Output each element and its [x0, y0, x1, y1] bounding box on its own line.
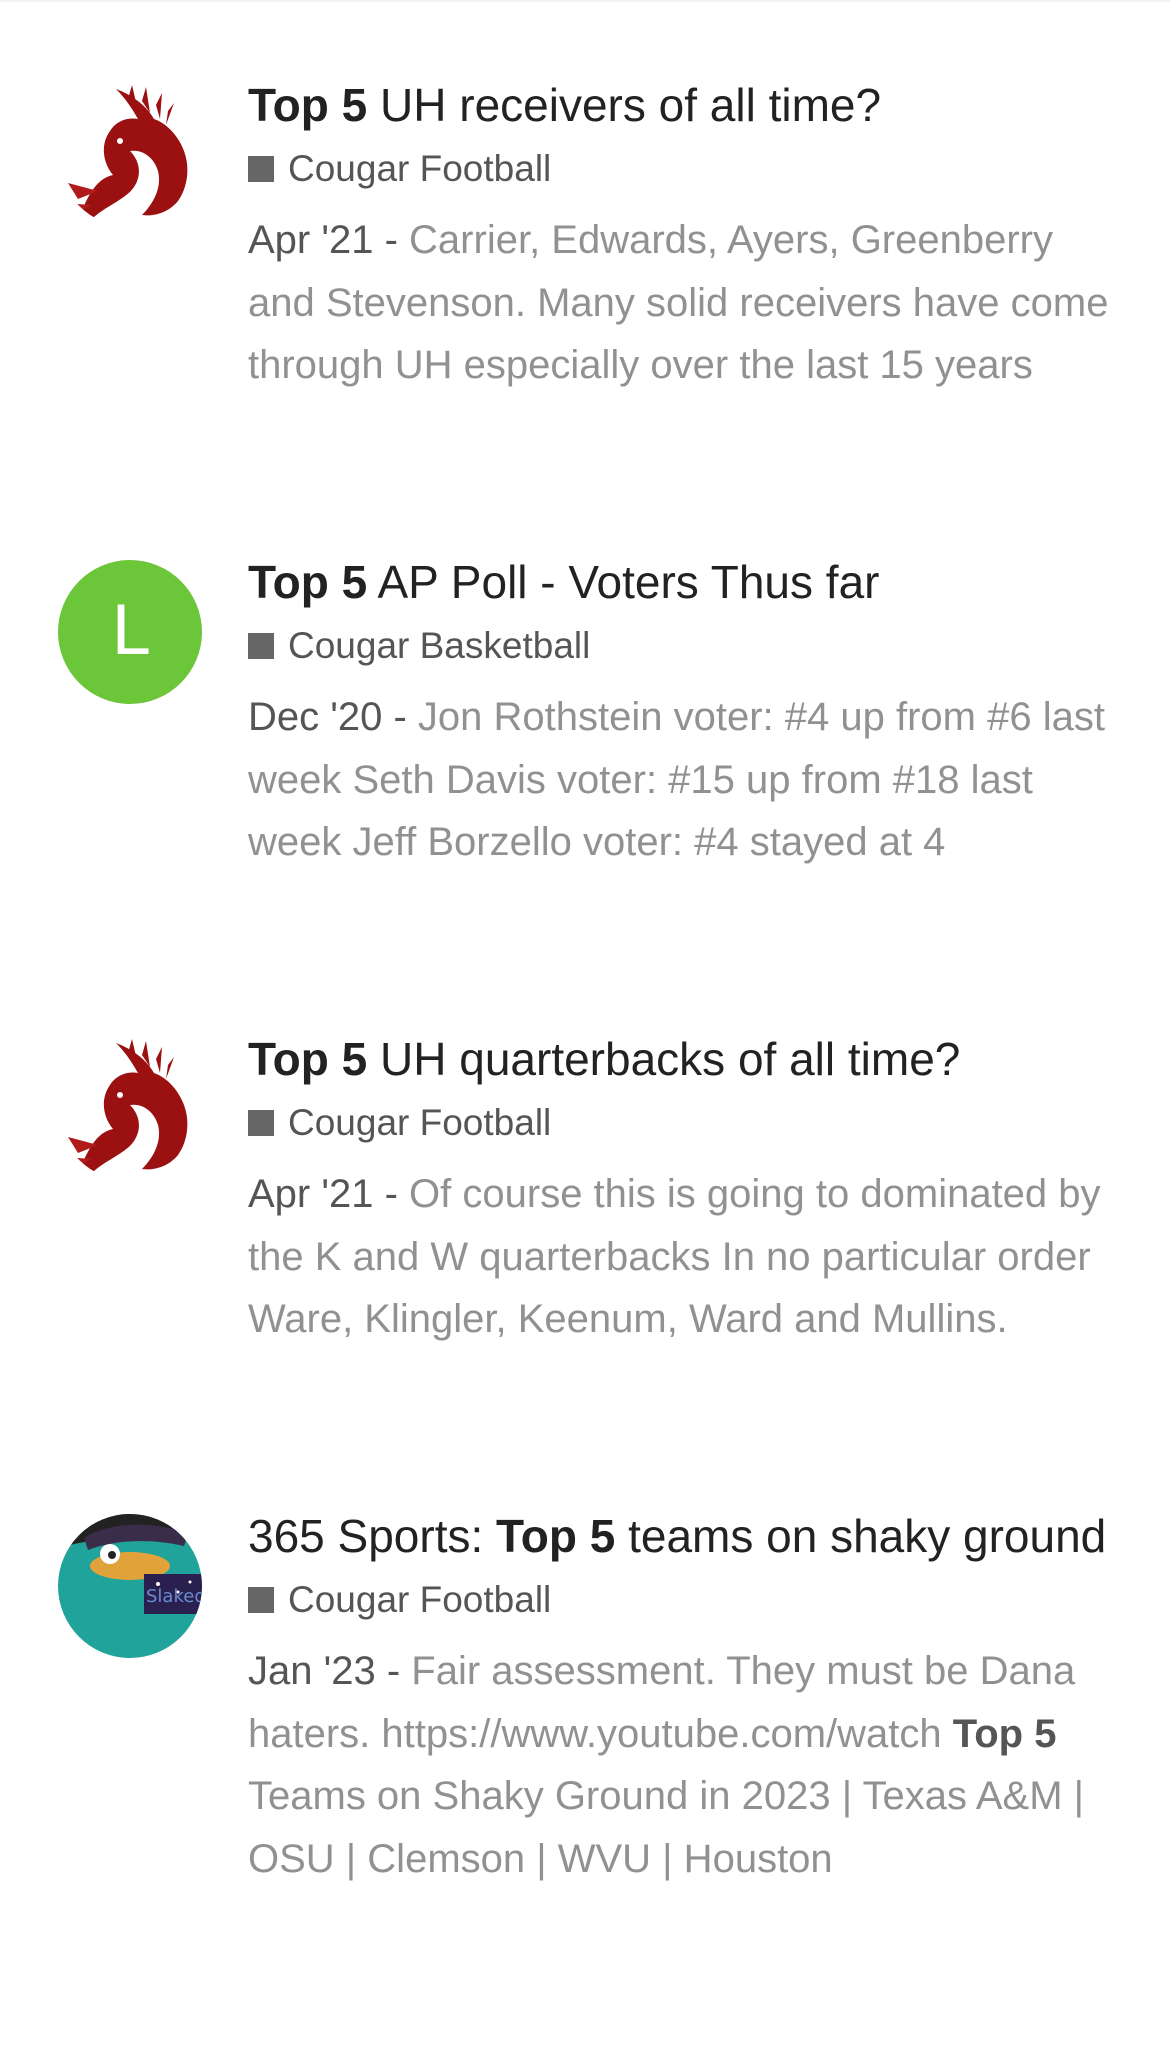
- avatar-overlay-text: Slaked: [146, 1586, 202, 1607]
- blurb-highlight: Top 5: [952, 1711, 1057, 1756]
- red-dragon-icon: [58, 83, 202, 227]
- category-badge[interactable]: Cougar Football: [248, 1097, 1128, 1149]
- date-separator: -: [375, 1649, 412, 1693]
- post-date: Apr '21: [248, 1172, 374, 1216]
- title-highlight: Top 5: [248, 79, 368, 131]
- title-prefix: 365 Sports:: [248, 1510, 497, 1562]
- category-label: Cougar Football: [288, 1102, 552, 1143]
- title-text: UH quarterbacks of all time?: [367, 1033, 961, 1085]
- post-date: Dec '20: [248, 695, 383, 739]
- category-square-icon: [248, 156, 274, 182]
- perry-platypus-icon: Slaked: [58, 1514, 202, 1658]
- category-badge[interactable]: Cougar Football: [248, 143, 1128, 195]
- category-square-icon: [248, 1587, 274, 1613]
- result-blurb: Apr '21 - Of course this is going to dom…: [248, 1163, 1128, 1351]
- user-avatar[interactable]: [58, 83, 202, 227]
- category-badge[interactable]: Cougar Basketball: [248, 620, 1128, 672]
- post-date: Apr '21: [248, 218, 374, 262]
- result-title[interactable]: Top 5 UH receivers of all time?: [248, 75, 1128, 135]
- title-text: UH receivers of all time?: [367, 79, 882, 131]
- date-separator: -: [373, 1172, 410, 1216]
- user-avatar[interactable]: Slaked: [58, 1514, 202, 1658]
- result-title[interactable]: Top 5 UH quarterbacks of all time?: [248, 1029, 1128, 1089]
- blurb-text-after: Teams on Shaky Ground in 2023 | Texas A&…: [248, 1774, 1085, 1881]
- category-label: Cougar Basketball: [288, 625, 591, 666]
- post-date: Jan '23: [248, 1649, 376, 1693]
- date-separator: -: [373, 218, 410, 262]
- category-square-icon: [248, 1110, 274, 1136]
- red-dragon-icon: [58, 1037, 202, 1181]
- user-avatar[interactable]: [58, 1037, 202, 1181]
- category-badge[interactable]: Cougar Football: [248, 1574, 1128, 1626]
- title-highlight: Top 5: [496, 1510, 616, 1562]
- title-text: teams on shaky ground: [615, 1510, 1107, 1562]
- top-divider: [0, 0, 1170, 2]
- result-title[interactable]: Top 5 AP Poll - Voters Thus far: [248, 552, 1128, 612]
- title-highlight: Top 5: [248, 556, 368, 608]
- category-label: Cougar Football: [288, 148, 552, 189]
- result-title[interactable]: 365 Sports: Top 5 teams on shaky ground: [248, 1506, 1128, 1566]
- result-blurb: Jan '23 - Fair assessment. They must be …: [248, 1640, 1128, 1890]
- result-blurb: Apr '21 - Carrier, Edwards, Ayers, Green…: [248, 209, 1128, 397]
- result-blurb: Dec '20 - Jon Rothstein voter: #4 up fro…: [248, 686, 1128, 874]
- category-square-icon: [248, 633, 274, 659]
- title-text: AP Poll - Voters Thus far: [367, 556, 880, 608]
- date-separator: -: [382, 695, 418, 739]
- avatar-letter: L: [58, 560, 202, 704]
- user-avatar[interactable]: L: [58, 560, 202, 704]
- category-label: Cougar Football: [288, 1579, 552, 1620]
- title-highlight: Top 5: [248, 1033, 368, 1085]
